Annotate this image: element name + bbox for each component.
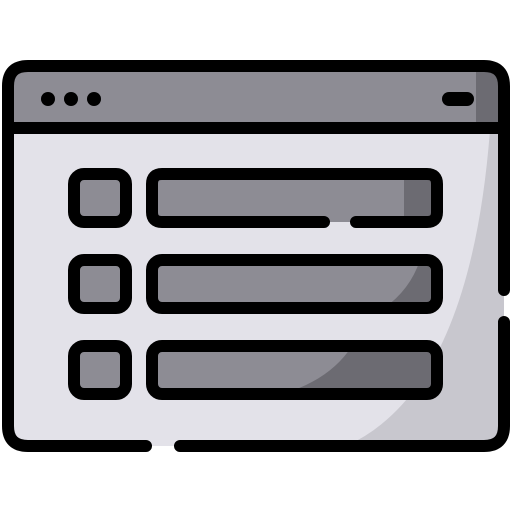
dot-icon[interactable] <box>87 92 101 106</box>
window-svg <box>2 60 510 452</box>
minimize-pill-icon[interactable] <box>442 92 474 106</box>
dot-icon[interactable] <box>41 92 55 106</box>
square-icon[interactable] <box>68 254 132 314</box>
square-icon[interactable] <box>68 340 132 400</box>
list-item[interactable] <box>68 340 443 400</box>
title-bar-fill <box>8 66 504 128</box>
list-item[interactable] <box>68 168 443 228</box>
list-window-illustration <box>0 0 512 512</box>
square-icon[interactable] <box>68 168 132 228</box>
list-item[interactable] <box>68 254 443 314</box>
window-controls[interactable] <box>41 92 101 106</box>
title-bar <box>8 66 504 128</box>
text-line-placeholder <box>152 174 437 222</box>
dot-icon[interactable] <box>64 92 78 106</box>
